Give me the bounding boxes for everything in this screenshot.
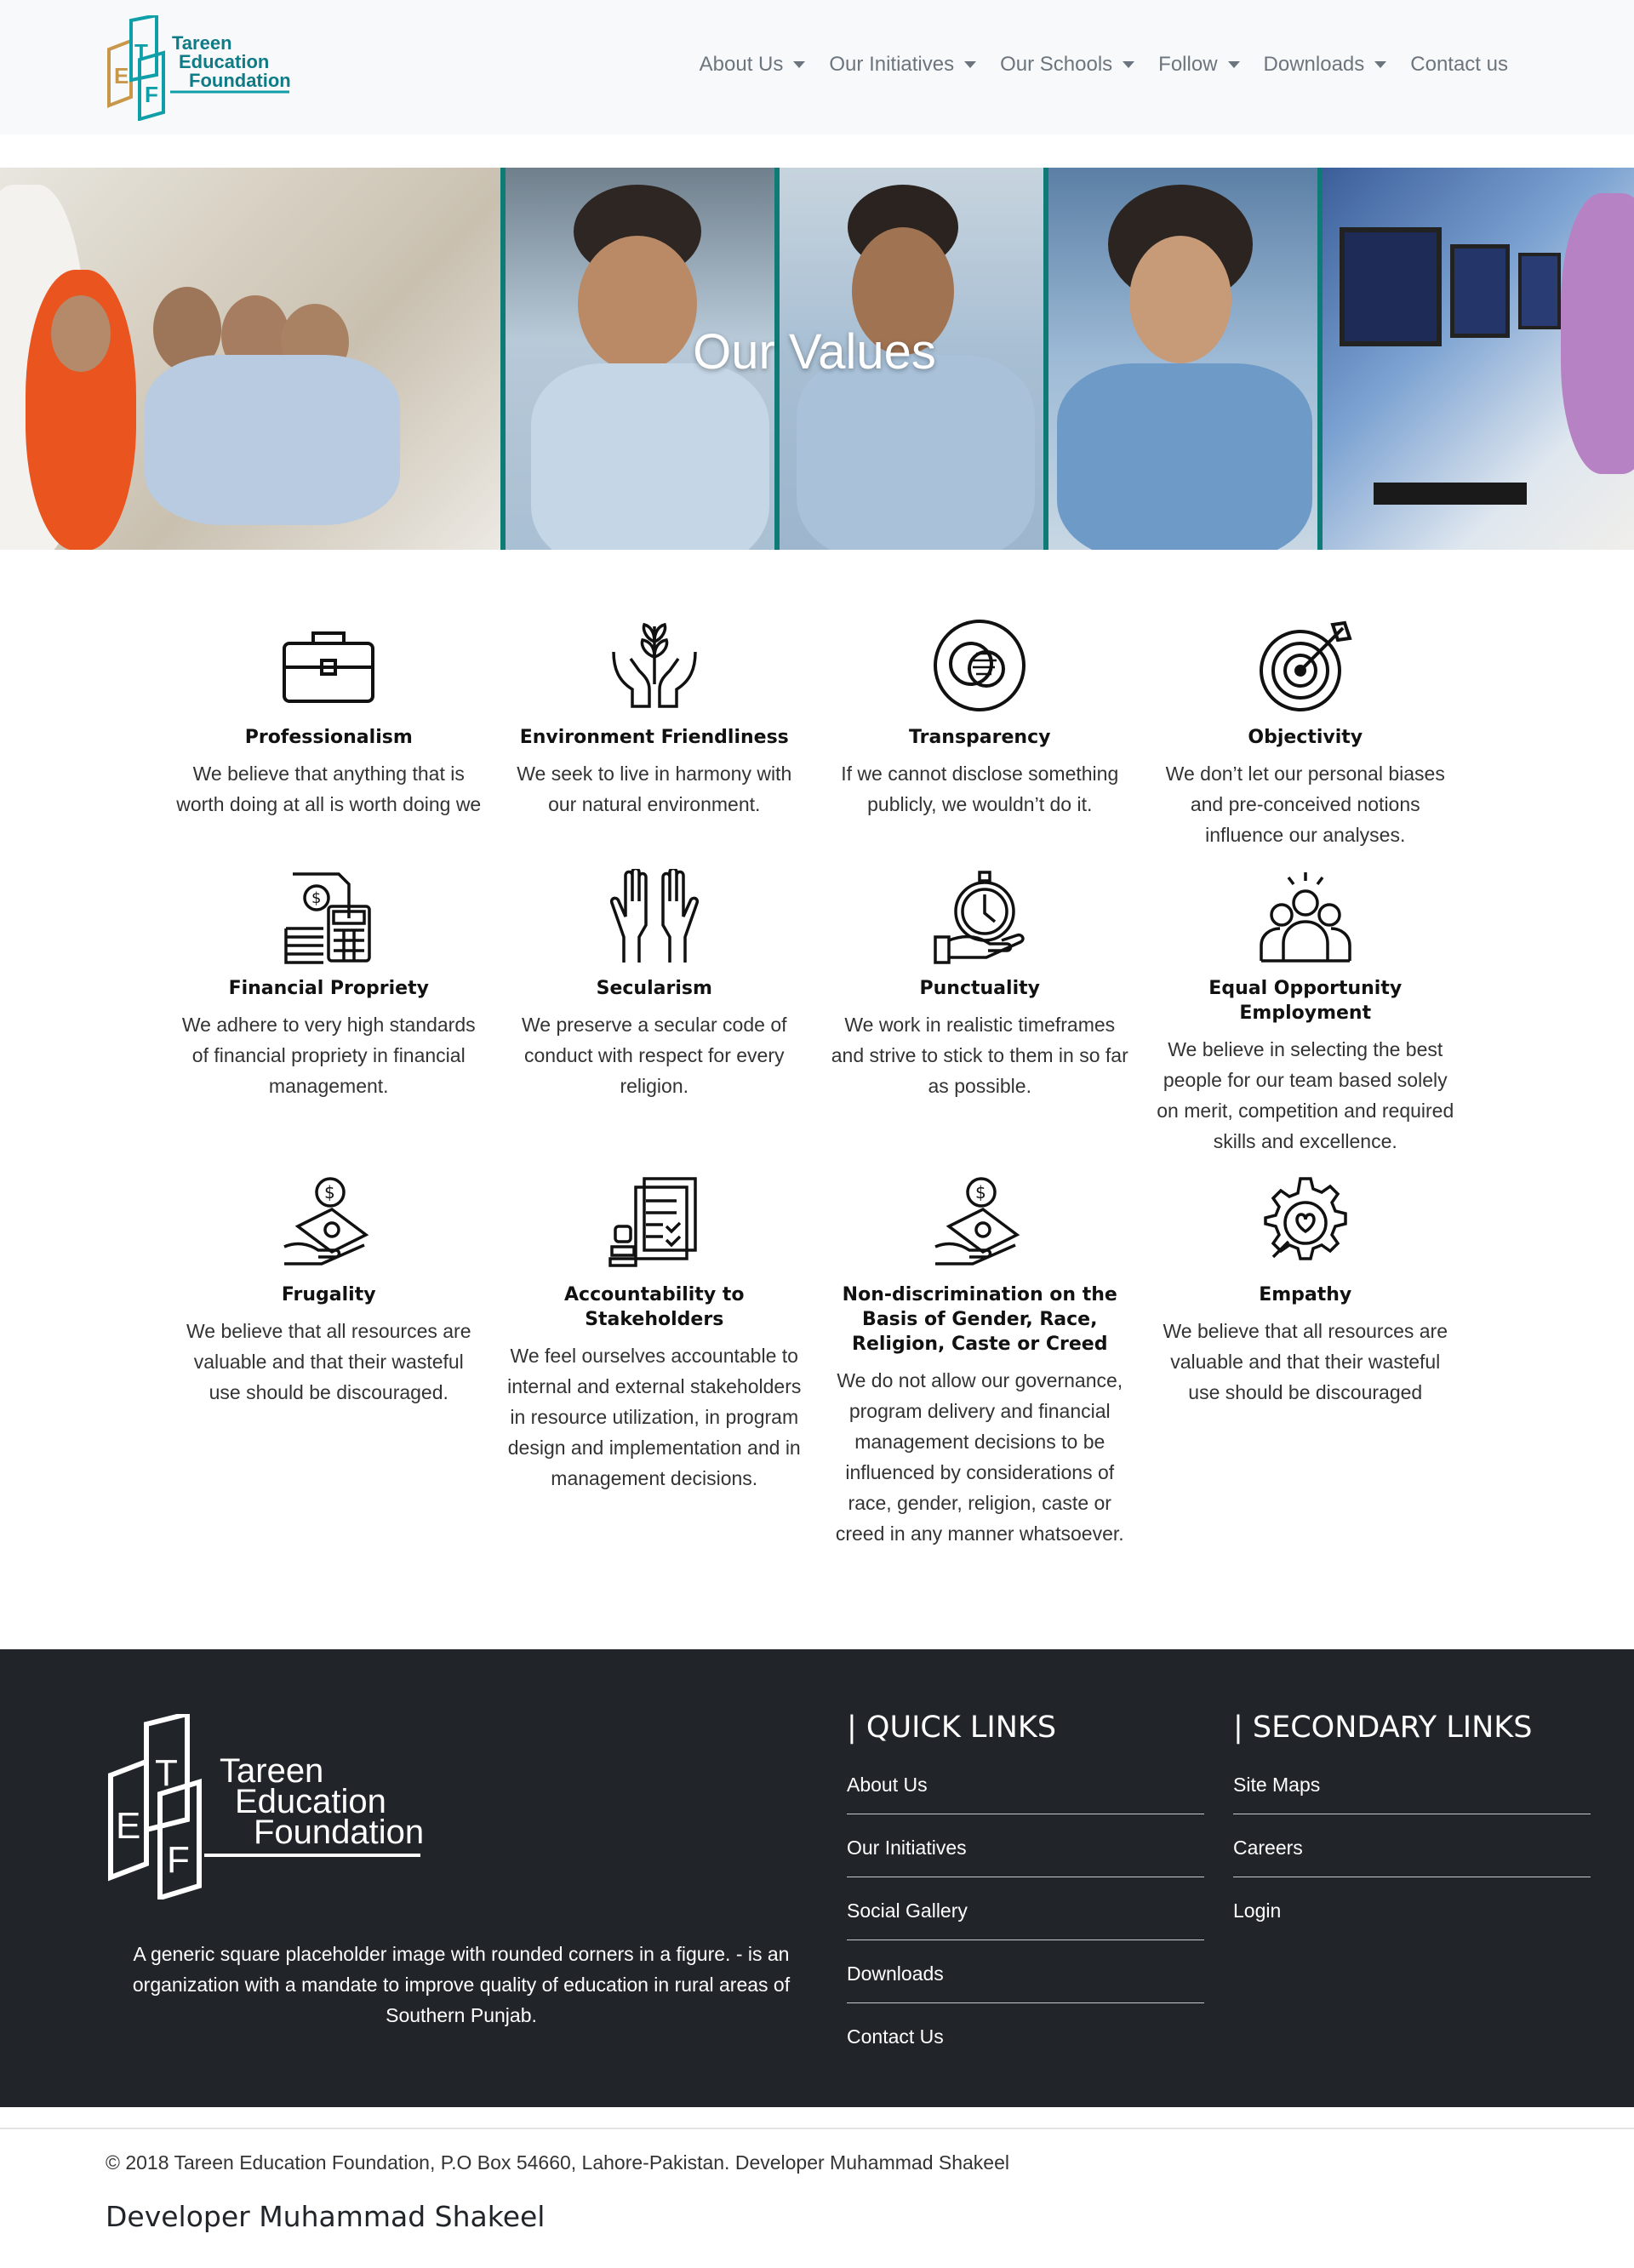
svg-text:Foundation: Foundation xyxy=(254,1814,424,1851)
svg-text:$: $ xyxy=(975,1182,986,1203)
transparency-icon xyxy=(927,614,1032,717)
value-card: Equal Opportunity Employment We believe … xyxy=(1143,865,1469,1157)
footer-link-about-us[interactable]: About Us xyxy=(847,1774,1204,1814)
value-title: Accountability to Stakeholders xyxy=(564,1284,745,1330)
svg-text:F: F xyxy=(145,82,158,107)
finance-icon: $ xyxy=(276,865,381,968)
value-title: Professionalism xyxy=(244,727,413,748)
gear-heart-icon xyxy=(1253,1172,1358,1274)
value-title: Environment Friendliness xyxy=(519,727,789,748)
svg-text:Foundation: Foundation xyxy=(189,70,291,91)
team-icon xyxy=(1253,865,1358,968)
nav-our-initiatives[interactable]: Our Initiatives xyxy=(817,53,988,77)
tef-logo-icon: T E F Tareen Education Foundation xyxy=(107,15,291,121)
value-title: Empathy xyxy=(1259,1284,1352,1305)
value-title: Secularism xyxy=(596,978,712,999)
target-icon xyxy=(1253,614,1358,717)
briefcase-icon xyxy=(276,614,381,717)
stopwatch-hand-icon xyxy=(927,865,1032,968)
documents-stamp-icon xyxy=(602,1172,707,1274)
footer-link-contact-us[interactable]: Contact Us xyxy=(847,2025,1204,2065)
nav-follow[interactable]: Follow xyxy=(1146,53,1251,77)
svg-text:T: T xyxy=(155,1752,178,1794)
secondary-links-title: | SECONDARY LINKS xyxy=(1233,1711,1533,1745)
caret-down-icon xyxy=(793,61,806,68)
money-hand-icon: $ xyxy=(276,1172,381,1274)
value-title: Transparency xyxy=(909,727,1051,748)
caret-down-icon xyxy=(1123,61,1135,68)
caret-down-icon xyxy=(1227,61,1240,68)
value-text: We believe that anything that is worth d… xyxy=(176,763,482,815)
value-card: $ Frugality We believe that all resource… xyxy=(166,1172,492,1549)
value-title: Financial Propriety xyxy=(228,978,429,999)
footer-link-login[interactable]: Login xyxy=(1233,1900,1591,1940)
tef-logo-icon: T E F Tareen Education Foundation xyxy=(108,1711,424,1902)
svg-text:E: E xyxy=(114,63,129,89)
main-nav: About Us Our Initiatives Our Schools Fol… xyxy=(688,53,1520,77)
footer-description: A generic square placeholder image with … xyxy=(132,1943,791,2026)
caret-down-icon xyxy=(1374,61,1387,68)
quick-links: | QUICK LINKS About Us Our Initiatives S… xyxy=(847,1711,1204,2088)
nav-about-us[interactable]: About Us xyxy=(688,53,818,77)
footer-link-site-maps[interactable]: Site Maps xyxy=(1233,1774,1591,1814)
value-text: We feel ourselves accountable to interna… xyxy=(507,1345,802,1489)
footer-link-social-gallery[interactable]: Social Gallery xyxy=(847,1900,1204,1940)
value-title: Non-discrimination on the Basis of Gende… xyxy=(842,1284,1117,1355)
site-footer: T E F Tareen Education Foundation A gene… xyxy=(0,1649,1634,2107)
value-card: $ Financial Propriety We adhere to very … xyxy=(166,865,492,1157)
value-card: Environment Friendliness We seek to live… xyxy=(492,614,818,850)
bottom-bar: © 2018 Tareen Education Foundation, P.O … xyxy=(0,2128,1634,2233)
navbar: T E F Tareen Education Foundation About … xyxy=(0,0,1634,134)
plant-hands-icon xyxy=(602,614,707,717)
value-title: Equal Opportunity Employment xyxy=(1208,978,1403,1024)
value-text: We preserve a secular code of conduct wi… xyxy=(521,1014,787,1097)
values-grid: Professionalism We believe that anything… xyxy=(166,550,1468,1564)
value-text: We seek to live in harmony with our natu… xyxy=(517,763,792,815)
value-text: If we cannot disclose something publicly… xyxy=(841,763,1119,815)
raised-hands-icon xyxy=(602,865,707,968)
value-card: Transparency If we cannot disclose somet… xyxy=(817,614,1143,850)
footer-logo[interactable]: T E F Tareen Education Foundation xyxy=(104,1711,424,1904)
value-text: We believe that all resources are valuab… xyxy=(186,1320,471,1403)
nav-our-schools[interactable]: Our Schools xyxy=(988,53,1146,77)
footer-link-our-initiatives[interactable]: Our Initiatives xyxy=(847,1837,1204,1877)
value-text: We believe that all resources are valuab… xyxy=(1163,1320,1448,1403)
value-title: Objectivity xyxy=(1248,727,1363,748)
svg-text:F: F xyxy=(167,1839,190,1881)
value-text: We don’t let our personal biases and pre… xyxy=(1165,763,1445,846)
value-title: Punctuality xyxy=(919,978,1040,999)
svg-text:$: $ xyxy=(324,1182,335,1203)
svg-text:$: $ xyxy=(311,889,321,907)
hero-banner: Our Values xyxy=(0,168,1634,550)
hero-title: Our Values xyxy=(693,324,936,380)
quick-links-title: | QUICK LINKS xyxy=(847,1711,1057,1745)
value-card: Empathy We believe that all resources ar… xyxy=(1143,1172,1469,1549)
developer-credit: Developer Muhammad Shakeel xyxy=(106,2200,546,2233)
value-card: Secularism We preserve a secular code of… xyxy=(492,865,818,1157)
value-text: We believe in selecting the best people … xyxy=(1157,1038,1454,1152)
value-text: We do not allow our governance, program … xyxy=(835,1369,1124,1545)
value-card: Accountability to Stakeholders We feel o… xyxy=(492,1172,818,1549)
value-card: $ Non-discrimination on the Basis of Gen… xyxy=(817,1172,1143,1549)
nav-contact-us[interactable]: Contact us xyxy=(1398,53,1520,77)
money-hand-icon: $ xyxy=(927,1172,1032,1274)
copyright-text: © 2018 Tareen Education Foundation, P.O … xyxy=(106,2151,1009,2174)
value-card: Punctuality We work in realistic timefra… xyxy=(817,865,1143,1157)
svg-text:T: T xyxy=(134,39,148,65)
caret-down-icon xyxy=(964,61,977,68)
footer-link-careers[interactable]: Careers xyxy=(1233,1837,1591,1877)
value-card: Objectivity We don’t let our personal bi… xyxy=(1143,614,1469,850)
footer-link-downloads[interactable]: Downloads xyxy=(847,1962,1204,2003)
secondary-links: | SECONDARY LINKS Site Maps Careers Logi… xyxy=(1233,1711,1591,1962)
value-text: We adhere to very high standards of fina… xyxy=(181,1014,476,1097)
brand-logo[interactable]: T E F Tareen Education Foundation xyxy=(104,15,293,121)
svg-text:E: E xyxy=(116,1805,140,1847)
value-title: Frugality xyxy=(281,1284,376,1305)
value-card: Professionalism We believe that anything… xyxy=(166,614,492,850)
nav-downloads[interactable]: Downloads xyxy=(1252,53,1399,77)
value-text: We work in realistic timeframes and stri… xyxy=(831,1014,1128,1097)
